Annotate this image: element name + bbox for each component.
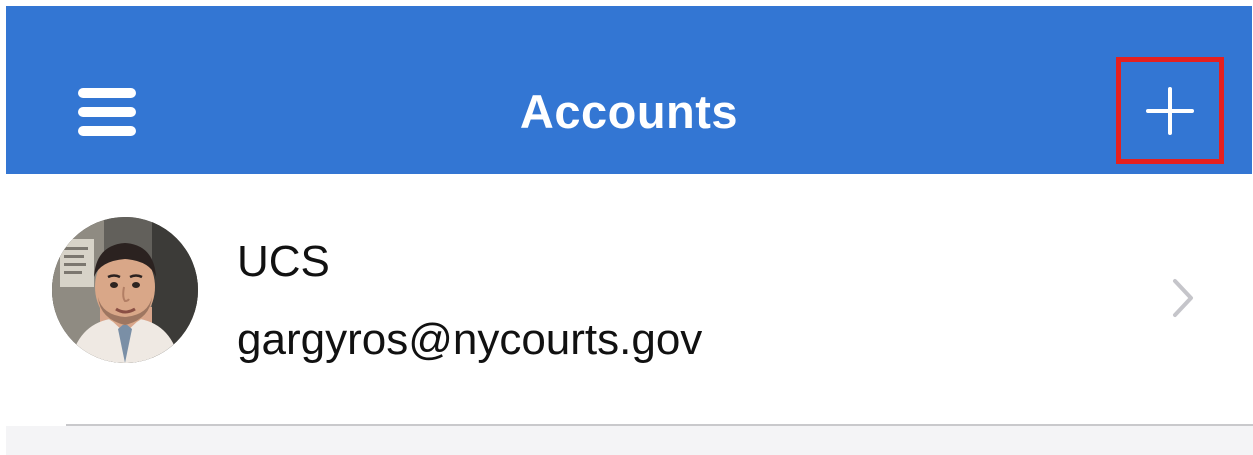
accounts-screen: Accounts UCS gargyros@nycourts.gov [0,0,1253,455]
avatar [52,217,198,363]
page-title: Accounts [519,85,739,138]
plus-icon [1146,87,1194,135]
account-email: gargyros@nycourts.gov [237,315,703,364]
account-name: UCS [237,237,330,286]
chevron-right-icon [1173,279,1193,317]
list-background [6,426,1253,455]
navigation-bar: Accounts [6,6,1252,174]
profile-photo [52,217,198,363]
account-list-item[interactable]: UCS gargyros@nycourts.gov [6,174,1252,424]
add-account-button[interactable] [1116,57,1224,164]
